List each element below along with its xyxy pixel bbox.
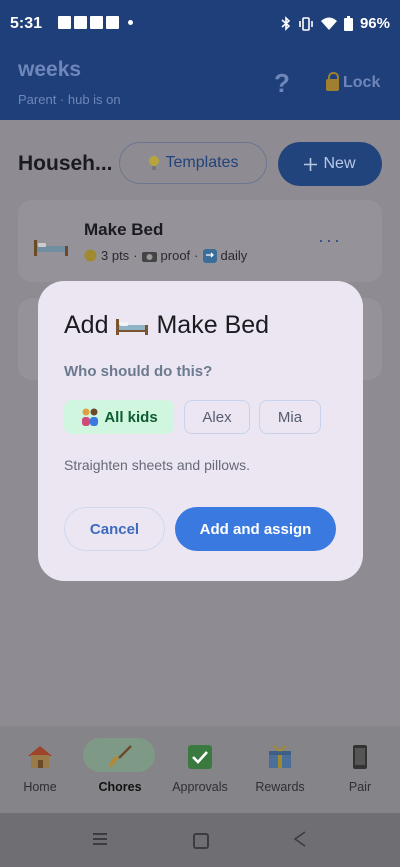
chip-all-kids-label: All kids bbox=[104, 408, 158, 426]
assignee-question: Who should do this? bbox=[64, 363, 213, 380]
bed-icon bbox=[116, 318, 149, 335]
cancel-button[interactable]: Cancel bbox=[64, 507, 165, 551]
dialog-title-name: Make Bed bbox=[156, 311, 270, 339]
add-and-assign-button[interactable]: Add and assign bbox=[175, 507, 336, 551]
chore-description: Straighten sheets and pillows. bbox=[64, 457, 250, 473]
chip-mia[interactable]: Mia bbox=[259, 400, 321, 434]
chip-alex[interactable]: Alex bbox=[184, 400, 250, 434]
dialog-title-prefix: Add bbox=[64, 311, 109, 339]
dialog-title: Add Make Bed bbox=[64, 311, 269, 340]
family-icon bbox=[82, 408, 99, 426]
add-chore-dialog: Add Make Bed Who should do this? All kid… bbox=[38, 281, 363, 581]
chip-all-kids[interactable]: All kids bbox=[64, 400, 174, 434]
